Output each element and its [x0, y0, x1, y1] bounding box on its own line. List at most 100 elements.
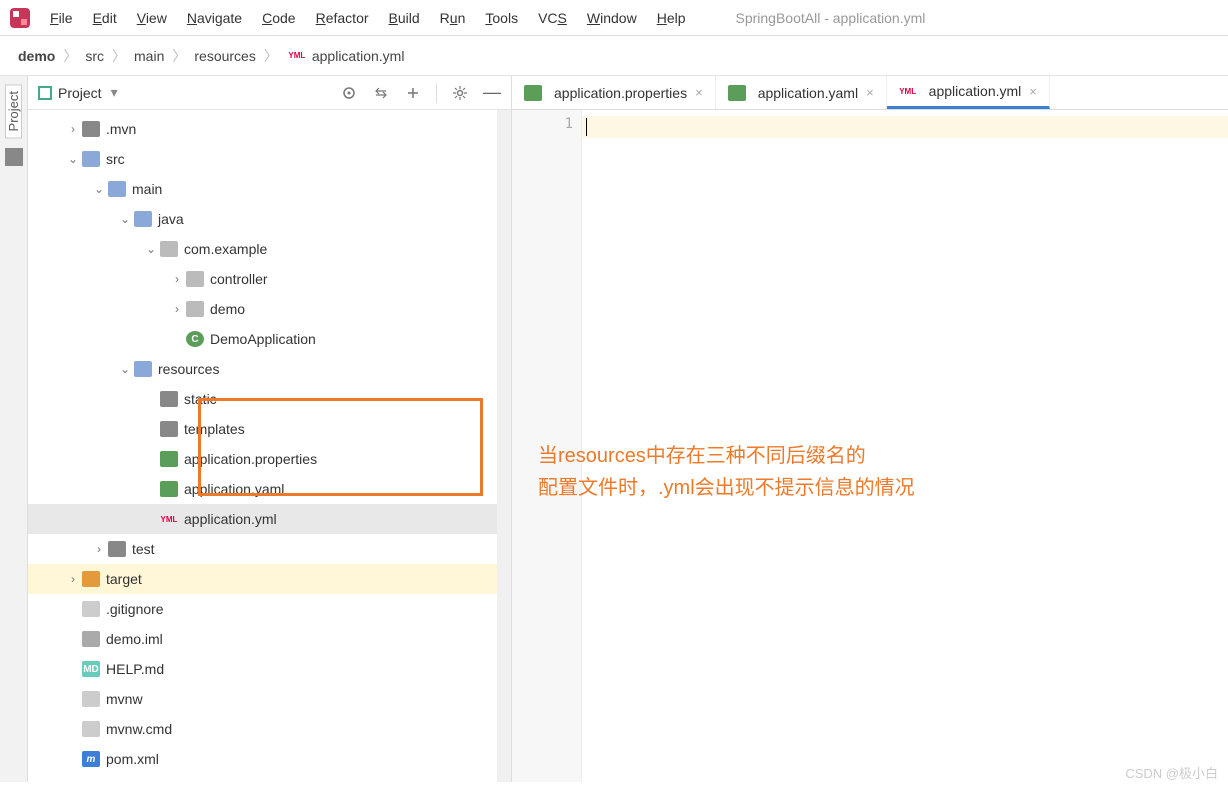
tree-node[interactable]: ⌄resources	[28, 354, 511, 384]
tree-node[interactable]: .gitignore	[28, 594, 511, 624]
chevron-right-icon: 〉	[264, 46, 278, 66]
folder-module-icon	[108, 181, 126, 197]
yml-icon: YML	[160, 511, 178, 527]
chevron-right-icon[interactable]: ›	[66, 572, 80, 586]
menu-help[interactable]: Help	[647, 6, 696, 30]
tree-node[interactable]: static	[28, 384, 511, 414]
breadcrumb-item[interactable]: YMLapplication.yml	[280, 46, 411, 66]
tree-node[interactable]: › controller	[28, 264, 511, 294]
menu-edit[interactable]: Edit	[83, 6, 127, 30]
line-number: 1	[512, 116, 573, 132]
settings-button[interactable]	[451, 84, 469, 102]
chevron-down-icon[interactable]: ⌄	[144, 242, 158, 256]
tree-node[interactable]: ⌄ src	[28, 144, 511, 174]
annotation-text: 当resources中存在三种不同后缀名的 配置文件时，.yml会出现不提示信息…	[538, 440, 915, 504]
tree-node-label: mvnw.cmd	[106, 721, 172, 737]
folder-src-icon	[82, 121, 100, 137]
tree-node[interactable]: application.yaml	[28, 474, 511, 504]
close-icon[interactable]: ×	[1027, 84, 1039, 99]
class-icon: C	[186, 331, 204, 347]
editor-tab[interactable]: application.yaml ×	[716, 76, 887, 109]
expand-all-button[interactable]	[372, 84, 390, 102]
chevron-right-icon[interactable]: ›	[66, 122, 80, 136]
yml-icon: YML	[899, 83, 917, 99]
props-icon	[160, 451, 178, 467]
chevron-down-icon[interactable]: ⌄	[118, 362, 132, 376]
editor-tab-label: application.yaml	[758, 85, 858, 101]
tree-node[interactable]: ›test	[28, 534, 511, 564]
menu-refactor[interactable]: Refactor	[306, 6, 379, 30]
tool-window-stripe: Project	[0, 76, 28, 782]
editor-tab[interactable]: YML application.yml ×	[887, 76, 1050, 109]
project-pane: Project ▾ — ›.mvn ⌄ src ⌄main⌄java⌄com.exam…	[28, 76, 512, 782]
editor-tab-label: application.yml	[929, 83, 1022, 99]
tree-node[interactable]: mvnw	[28, 684, 511, 714]
chevron-down-icon[interactable]: ⌄	[92, 182, 106, 196]
tree-node-label: .gitignore	[106, 601, 164, 617]
breadcrumb-item[interactable]: main	[128, 46, 170, 66]
tree-node[interactable]: ›target	[28, 564, 511, 594]
menu-file[interactable]: File	[40, 6, 83, 30]
chevron-right-icon: 〉	[172, 46, 186, 66]
tree-node[interactable]: MDHELP.md	[28, 654, 511, 684]
tree-node[interactable]: ⌄com.example	[28, 234, 511, 264]
project-pane-toolbar: —	[340, 83, 501, 103]
tree-node[interactable]: CDemoApplication	[28, 324, 511, 354]
tree-node-label: static	[184, 391, 217, 407]
package-icon	[186, 271, 204, 287]
chevron-right-icon[interactable]: ›	[170, 302, 184, 316]
tree-node[interactable]: ⌄java	[28, 204, 511, 234]
tree-node[interactable]: templates	[28, 414, 511, 444]
project-pane-header: Project ▾ —	[28, 76, 511, 110]
tree-node-label: demo.iml	[106, 631, 163, 647]
menubar: FileEditViewNavigateCodeRefactorBuildRun…	[0, 0, 1228, 36]
tree-node[interactable]: ⌄main	[28, 174, 511, 204]
project-tree[interactable]: ›.mvn ⌄ src ⌄main⌄java⌄com.example › controll…	[28, 110, 511, 782]
tree-node-label: controller	[210, 271, 268, 287]
folder-src-icon	[160, 421, 178, 437]
breadcrumb-item[interactable]: src	[79, 46, 110, 66]
tree-node-label: demo	[210, 301, 245, 317]
close-icon[interactable]: ×	[693, 85, 705, 100]
tree-node[interactable]: YMLapplication.yml	[28, 504, 511, 534]
chevron-right-icon[interactable]: ›	[170, 272, 184, 286]
editor-code-area[interactable]: 当resources中存在三种不同后缀名的 配置文件时，.yml会出现不提示信息…	[582, 110, 1228, 782]
breadcrumb-item[interactable]: resources	[188, 46, 261, 66]
tree-node-label: application.properties	[184, 451, 317, 467]
tool-window-tab-structure-icon[interactable]	[5, 148, 23, 166]
tree-node-label: application.yaml	[184, 481, 284, 497]
close-icon[interactable]: ×	[864, 85, 876, 100]
collapse-all-button[interactable]	[404, 84, 422, 102]
locate-button[interactable]	[340, 84, 358, 102]
scrollbar[interactable]	[497, 110, 511, 782]
tree-node[interactable]: › demo	[28, 294, 511, 324]
sh-icon	[82, 691, 100, 707]
app-logo-icon	[10, 8, 30, 28]
menu-code[interactable]: Code	[252, 6, 305, 30]
menu-build[interactable]: Build	[379, 6, 430, 30]
menu-window[interactable]: Window	[577, 6, 647, 30]
tree-node-label: src	[106, 151, 125, 167]
tool-window-tab-project[interactable]: Project	[5, 84, 22, 138]
breadcrumb-item[interactable]: demo	[12, 46, 61, 66]
yml-icon: YML	[288, 48, 306, 64]
chevron-down-icon[interactable]: ⌄	[118, 212, 132, 226]
tree-node[interactable]: ›.mvn	[28, 114, 511, 144]
chevron-right-icon[interactable]: ›	[92, 542, 106, 556]
tree-node[interactable]: application.properties	[28, 444, 511, 474]
menu-view[interactable]: View	[127, 6, 177, 30]
menu-run[interactable]: Run	[430, 6, 476, 30]
editor-body: 1 当resources中存在三种不同后缀名的 配置文件时，.yml会出现不提示…	[512, 110, 1228, 782]
tree-node[interactable]: mpom.xml	[28, 744, 511, 774]
tree-node[interactable]: mvnw.cmd	[28, 714, 511, 744]
chevron-down-icon[interactable]: ⌄	[66, 152, 80, 166]
editor-tab[interactable]: application.properties×	[512, 76, 716, 109]
hide-button[interactable]: —	[483, 84, 501, 102]
md-icon: MD	[82, 661, 100, 677]
text-icon	[82, 721, 100, 737]
menu-vcs[interactable]: VCS	[528, 6, 577, 30]
menu-navigate[interactable]: Navigate	[177, 6, 252, 30]
tree-node[interactable]: demo.iml	[28, 624, 511, 654]
project-view-selector[interactable]: Project ▾	[38, 84, 118, 101]
menu-tools[interactable]: Tools	[475, 6, 528, 30]
